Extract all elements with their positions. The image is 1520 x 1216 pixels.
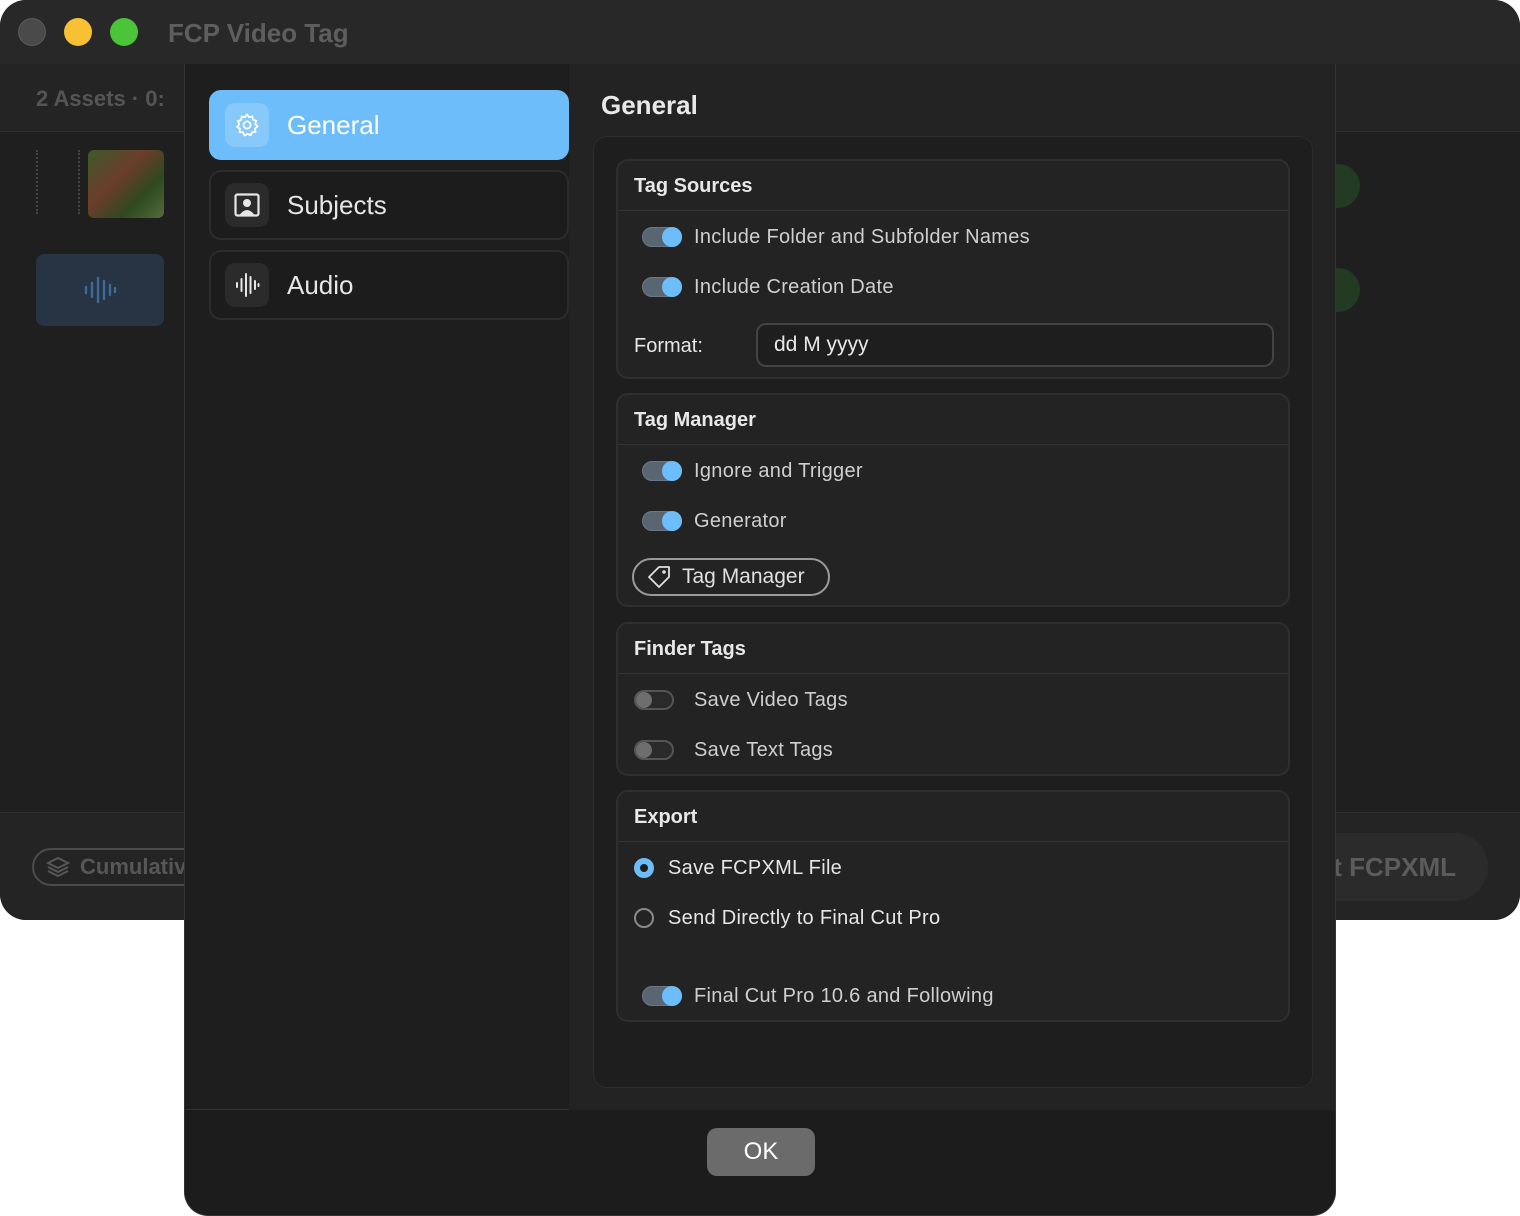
page-title: General <box>601 90 698 120</box>
assets-count: 2 Assets · 0: <box>36 86 165 111</box>
group-heading: Tag Sources <box>618 161 1288 211</box>
fcp-version-toggle[interactable] <box>642 986 682 1006</box>
generator-label: Generator <box>694 509 787 532</box>
save-video-tags-row: Save Video Tags <box>618 680 1288 720</box>
generator-row: Generator <box>618 501 1288 541</box>
ok-button[interactable]: OK <box>707 1128 815 1176</box>
send-direct-label: Send Directly to Final Cut Pro <box>668 906 941 929</box>
include-date-row: Include Creation Date <box>618 267 1288 307</box>
date-format-input[interactable] <box>756 323 1274 367</box>
save-fcpxml-label: Save FCPXML File <box>668 856 843 879</box>
group-heading: Finder Tags <box>618 624 1288 674</box>
preferences-sheet: General Subjects Audio General Tag Sourc… <box>184 64 1336 1216</box>
sidebar-item-label: Subjects <box>287 189 387 220</box>
ignore-trigger-row: Ignore and Trigger <box>618 451 1288 491</box>
tag-sources-group: Tag Sources Include Folder and Subfolder… <box>616 159 1290 379</box>
sidebar-item-subjects[interactable]: Subjects <box>209 170 569 240</box>
save-text-tags-row: Save Text Tags <box>618 730 1288 770</box>
sidebar-item-label: General <box>287 109 380 140</box>
sidebar-item-general[interactable]: General <box>209 90 569 160</box>
waveform-icon <box>84 276 117 304</box>
filmstrip-edge <box>36 150 80 214</box>
video-thumbnail[interactable] <box>88 150 164 218</box>
include-folder-toggle[interactable] <box>642 227 682 247</box>
layers-icon <box>46 856 70 878</box>
ignore-trigger-toggle[interactable] <box>642 461 682 481</box>
group-heading: Tag Manager <box>618 395 1288 445</box>
audio-thumbnail[interactable] <box>36 254 164 326</box>
export-group: Export Save FCPXML File Send Directly to… <box>616 790 1290 1022</box>
include-folder-row: Include Folder and Subfolder Names <box>618 217 1288 257</box>
save-video-tags-toggle[interactable] <box>634 690 674 710</box>
tag-icon <box>648 566 670 588</box>
sidebar-item-audio[interactable]: Audio <box>209 250 569 320</box>
app-title: FCP Video Tag <box>168 18 349 48</box>
save-text-tags-toggle[interactable] <box>634 740 674 760</box>
minimize-window-button[interactable] <box>64 18 92 46</box>
save-video-tags-label: Save Video Tags <box>694 688 848 711</box>
format-label: Format: <box>634 335 703 357</box>
send-direct-row[interactable]: Send Directly to Final Cut Pro <box>618 898 1288 938</box>
generator-toggle[interactable] <box>642 511 682 531</box>
include-folder-label: Include Folder and Subfolder Names <box>694 225 1030 248</box>
save-fcpxml-radio[interactable] <box>634 858 654 878</box>
tag-manager-group: Tag Manager Ignore and Trigger Generator… <box>616 393 1290 607</box>
group-heading: Export <box>618 792 1288 842</box>
cumulative-label: Cumulativ <box>80 854 187 879</box>
save-text-tags-label: Save Text Tags <box>694 738 834 761</box>
include-date-toggle[interactable] <box>642 277 682 297</box>
gear-icon <box>235 113 259 137</box>
send-direct-radio[interactable] <box>634 908 654 928</box>
close-window-button[interactable] <box>18 18 46 46</box>
sidebar-item-label: Audio <box>287 269 354 300</box>
finder-tags-group: Finder Tags Save Video Tags Save Text Ta… <box>616 622 1290 776</box>
sheet-body: General Subjects Audio General Tag Sourc… <box>185 64 1335 1110</box>
ignore-trigger-label: Ignore and Trigger <box>694 459 863 482</box>
tag-manager-button[interactable]: Tag Manager <box>632 558 830 596</box>
person-icon <box>234 193 260 217</box>
tag-manager-button-label: Tag Manager <box>682 565 805 588</box>
fcp-version-label: Final Cut Pro 10.6 and Following <box>694 984 994 1007</box>
title-bar: FCP Video Tag <box>0 0 1520 64</box>
include-date-label: Include Creation Date <box>694 275 894 298</box>
maximize-window-button[interactable] <box>110 18 138 46</box>
waveform-icon <box>236 273 260 297</box>
fcp-version-row: Final Cut Pro 10.6 and Following <box>618 976 1288 1016</box>
settings-panel: Tag Sources Include Folder and Subfolder… <box>593 136 1313 1088</box>
save-fcpxml-row[interactable]: Save FCPXML File <box>618 848 1288 888</box>
